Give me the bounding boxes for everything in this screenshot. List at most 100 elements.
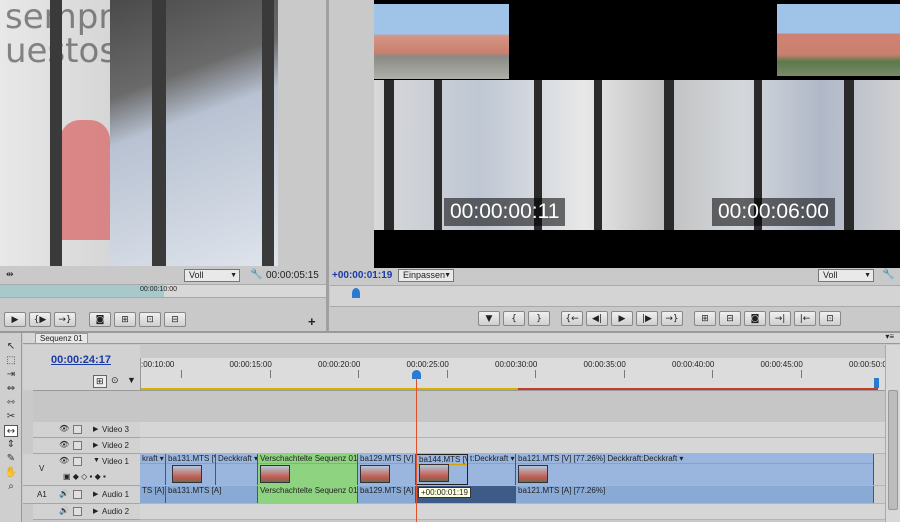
go-to-out-button[interactable]: →} <box>661 311 683 326</box>
hand-tool-icon[interactable]: ✋ <box>4 467 18 479</box>
overlay-button[interactable]: ⊡ <box>139 312 161 327</box>
go-to-in-button[interactable]: {← <box>561 311 583 326</box>
timeline-vertical-scrollbar[interactable] <box>885 345 900 522</box>
program-current-timecode[interactable]: +00:00:01:19 <box>332 270 392 281</box>
lock-box[interactable] <box>73 425 82 434</box>
panel-menu-icon[interactable]: ▾≡ <box>885 332 894 341</box>
audio-clip[interactable]: ba131.MTS [A] <box>166 486 258 503</box>
collapse-arrow-icon[interactable]: ▼ <box>93 457 100 464</box>
export-frame-button[interactable]: ⊟ <box>164 312 186 327</box>
lift-button[interactable]: ⊞ <box>694 311 716 326</box>
nested-sequence-clip-audio[interactable]: Verschachtelte Sequenz 01 [A] <box>258 486 358 503</box>
eye-icon[interactable]: 👁 <box>59 456 69 465</box>
program-play-button[interactable]: ▶ <box>611 311 633 326</box>
audio-clip[interactable]: ba129.MTS [A] <box>358 486 416 503</box>
rolling-edit-tool-icon[interactable]: ⇔ <box>4 383 18 395</box>
lock-box[interactable] <box>73 441 82 450</box>
video-clip[interactable]: ba129.MTS [V] <box>358 454 416 485</box>
add-icon[interactable]: + <box>308 314 316 329</box>
video-clip[interactable]: Deckkraft ▾ <box>216 454 258 485</box>
trim-in-button[interactable]: →| <box>769 311 791 326</box>
program-monitor-video: 00:00:00:11 00:00:06:00 <box>374 0 900 268</box>
playhead-handle[interactable] <box>412 370 421 379</box>
camera-icon[interactable]: ◙ <box>89 312 111 327</box>
marker-icon[interactable]: ▼ <box>478 311 500 326</box>
pen-tool-icon[interactable]: ✎ <box>4 453 18 465</box>
drag-offset-tooltip: +00:00:01:19 <box>418 487 471 498</box>
video-clip-selected[interactable]: ba144.MTS [V] <box>416 454 468 485</box>
video-target-tag[interactable]: V <box>39 464 44 473</box>
program-fit-select[interactable]: Einpassen ▼ <box>398 269 454 282</box>
nested-sequence-clip-video[interactable]: Verschachtelte Sequenz 01 [V] <box>258 454 358 485</box>
set-marker-icon[interactable]: ⊙ <box>111 375 119 386</box>
timeline-current-timecode[interactable]: 00:00:24:17 <box>51 354 111 366</box>
loop-button[interactable]: ⊡ <box>819 311 841 326</box>
timeline-playhead[interactable] <box>416 370 417 522</box>
video-clip[interactable]: t:Deckkraft ▾ <box>468 454 516 485</box>
premiere-window: sempruestos 00:00:00:11 00:00:06:00 ⇹ Vo… <box>0 0 900 522</box>
workarea-end-handle[interactable] <box>874 378 879 388</box>
play-icon[interactable]: ▶ <box>4 312 26 327</box>
in-point-icon[interactable]: { <box>503 311 525 326</box>
ruler-tick-label: 00:00:20:00 <box>318 360 361 369</box>
speaker-icon[interactable]: 🔊 <box>59 489 69 498</box>
out-point-icon[interactable]: } <box>528 311 550 326</box>
track-select-tool-icon[interactable]: ⬚ <box>4 355 18 367</box>
track-video3[interactable] <box>140 422 885 438</box>
track-video2[interactable] <box>140 438 885 454</box>
expand-arrow-icon[interactable]: ▶ <box>93 425 98 433</box>
program-time-ruler[interactable] <box>330 285 900 307</box>
monitor-splitter[interactable] <box>326 0 329 332</box>
source-zoom-select[interactable]: Voll ▼ <box>184 269 240 282</box>
trim-out-button[interactable]: |← <box>794 311 816 326</box>
eye-icon[interactable]: 👁 <box>59 440 69 449</box>
program-monitor-controls: +00:00:01:19 Einpassen ▼ Voll ▼ 🔧 ▼ { } {←… <box>330 268 900 332</box>
step-forward-button[interactable]: |▶ <box>636 311 658 326</box>
extract-button[interactable]: ⊟ <box>719 311 741 326</box>
wrench-icon[interactable]: 🔧 <box>250 269 262 280</box>
lock-box[interactable] <box>73 507 82 516</box>
eye-icon[interactable]: 👁 <box>59 424 69 433</box>
speaker-icon[interactable]: 🔊 <box>59 506 69 515</box>
zoom-tool-icon[interactable]: ⌕ <box>4 481 18 493</box>
program-playhead-marker[interactable] <box>352 288 360 298</box>
slide-tool-icon[interactable]: ⇕ <box>4 439 18 451</box>
audio-clip[interactable]: TS [A] <box>140 486 166 503</box>
overlay-timecode-left: 00:00:00:11 <box>444 198 566 226</box>
video-clip[interactable]: ba131.MTS [V] <box>166 454 216 485</box>
track-video1[interactable]: kraft ▾ ba131.MTS [V] Deckkraft ▾ Versch… <box>140 454 885 486</box>
expand-arrow-icon[interactable]: ▶ <box>93 490 98 498</box>
track-audio1[interactable]: TS [A] ba131.MTS [A] Verschachtelte Sequ… <box>140 486 885 504</box>
video-clip[interactable]: ba121.MTS [V] [77.26%] Deckkraft:Deckkra… <box>516 454 874 485</box>
program-zoom-select[interactable]: Voll ▼ <box>818 269 874 282</box>
audio-target-tag[interactable]: A1 <box>37 490 47 499</box>
play-in-out-button[interactable]: {▶ <box>29 312 51 327</box>
program-wrench-icon[interactable]: 🔧 <box>882 269 894 280</box>
razor-tool-icon[interactable]: ✂ <box>4 411 18 423</box>
tab-sequenz-01[interactable]: Sequenz 01 <box>35 333 88 343</box>
expand-arrow-icon[interactable]: ▶ <box>93 507 98 515</box>
rate-stretch-tool-icon[interactable]: ⇿ <box>4 397 18 409</box>
ripple-edit-tool-icon[interactable]: ⇥ <box>4 369 18 381</box>
selection-tool-icon[interactable]: ↖ <box>4 341 18 353</box>
video-clip[interactable]: kraft ▾ <box>140 454 166 485</box>
keyframe-nav-icon[interactable]: ▣ ◆ ◇ ▪ ◆ ▪ <box>63 472 106 481</box>
step-forward-icon[interactable]: →} <box>54 312 76 327</box>
lock-box[interactable] <box>73 490 82 499</box>
ruler-tick <box>535 370 536 378</box>
export-frame-icon[interactable]: ◙ <box>744 311 766 326</box>
track-audio2[interactable] <box>140 504 885 520</box>
step-back-button[interactable]: ◀| <box>586 311 608 326</box>
slip-tool-icon[interactable]: ↔ <box>4 425 18 437</box>
track-header-audio1: A1 🔊 ▶ Audio 1 <box>23 486 140 504</box>
source-time-ruler[interactable]: 00:00:10:00 <box>0 284 326 298</box>
ruler-tick-label: :00:10:00 <box>141 360 175 369</box>
source-settings-icon[interactable]: ⇹ <box>6 269 14 280</box>
lock-box[interactable] <box>73 457 82 466</box>
timeline-ruler[interactable]: :00:10:00 00:00:15:00 00:00:20:00 00:00:25:… <box>140 358 890 390</box>
snap-icon[interactable]: ⊞ <box>93 375 107 388</box>
audio-clip[interactable]: ba121.MTS [A] [77.26%] <box>516 486 874 503</box>
add-marker-icon[interactable]: ▼ <box>127 375 136 385</box>
expand-arrow-icon[interactable]: ▶ <box>93 441 98 449</box>
insert-button[interactable]: ⊞ <box>114 312 136 327</box>
